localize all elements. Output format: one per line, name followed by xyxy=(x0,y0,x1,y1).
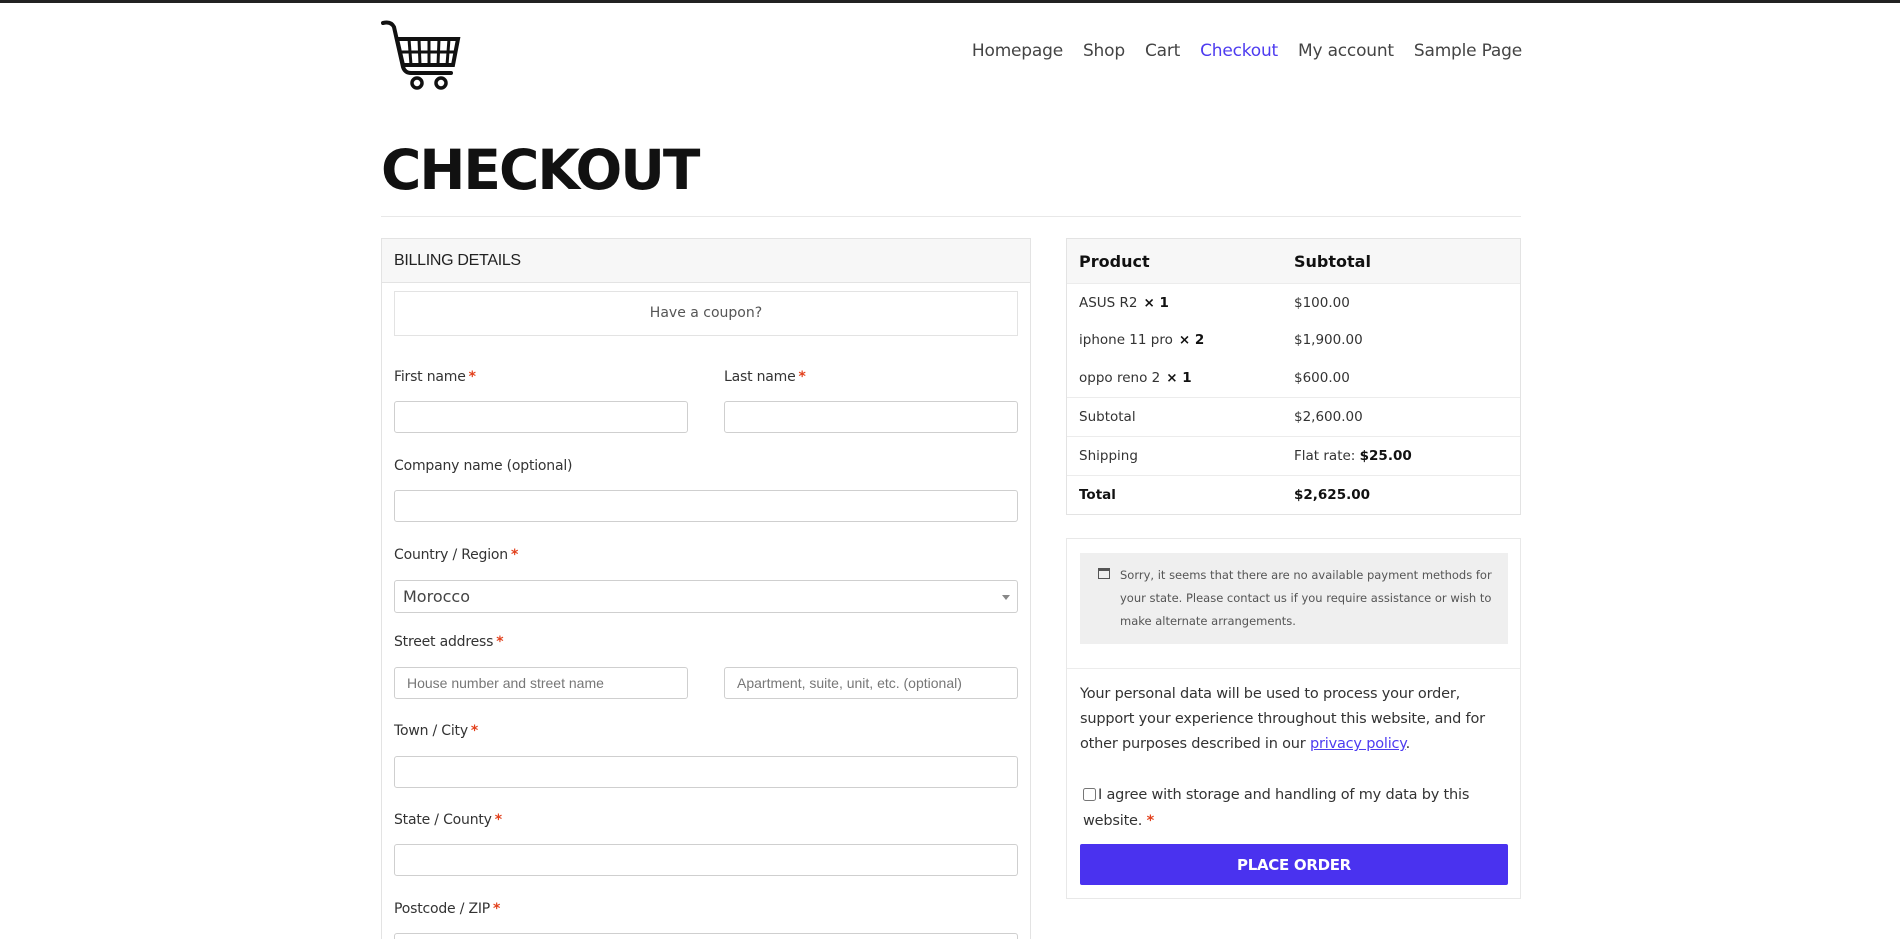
product-column-header: Product xyxy=(1079,251,1150,271)
shipping-row: Shipping Flat rate: $25.00 xyxy=(1067,436,1520,475)
last-name-label: Last name * xyxy=(724,369,806,385)
payment-notice: Sorry, it seems that there are no availa… xyxy=(1080,553,1508,644)
privacy-policy-link[interactable]: privacy policy xyxy=(1310,736,1406,752)
coupon-toggle[interactable]: Have a coupon? xyxy=(394,291,1018,336)
shipping-method: Flat rate: xyxy=(1294,448,1356,464)
billing-details-panel: BILLING DETAILS Have a coupon? First nam… xyxy=(381,238,1031,939)
city-field[interactable] xyxy=(394,756,1018,788)
table-row: iphone 11 pro × 2 $1,900.00 xyxy=(1067,321,1520,359)
billing-heading: BILLING DETAILS xyxy=(382,239,1030,283)
nav-my-account[interactable]: My account xyxy=(1298,41,1394,61)
street-address-label: Street address * xyxy=(394,634,504,650)
total-row: Total $2,625.00 xyxy=(1067,475,1520,514)
product-price: $1,900.00 xyxy=(1294,332,1363,348)
agree-terms: I agree with storage and handling of my … xyxy=(1083,787,1470,829)
postcode-label: Postcode / ZIP * xyxy=(394,901,501,917)
main-nav: Homepage Shop Cart Checkout My account S… xyxy=(972,41,1522,61)
city-label: Town / City * xyxy=(394,723,479,739)
place-order-button[interactable]: PLACE ORDER xyxy=(1080,844,1508,885)
calendar-icon xyxy=(1098,568,1110,579)
company-name-field[interactable] xyxy=(394,490,1018,522)
product-quantity: × 1 xyxy=(1166,370,1192,386)
privacy-notice: Your personal data will be used to proce… xyxy=(1080,686,1485,752)
first-name-field[interactable] xyxy=(394,401,688,433)
product-name: oppo reno 2 xyxy=(1079,370,1161,386)
table-row: oppo reno 2 × 1 $600.00 xyxy=(1067,359,1520,397)
nav-shop[interactable]: Shop xyxy=(1083,41,1125,61)
privacy-text: Your personal data will be used to proce… xyxy=(1080,686,1485,752)
nav-checkout[interactable]: Checkout xyxy=(1200,41,1278,61)
street-address-field[interactable] xyxy=(394,667,688,699)
payment-panel: Sorry, it seems that there are no availa… xyxy=(1066,538,1521,899)
shipping-value: $25.00 xyxy=(1359,448,1412,464)
order-review-table: Product Subtotal ASUS R2 × 1 $100.00 ipho… xyxy=(1066,238,1521,515)
nav-cart[interactable]: Cart xyxy=(1145,41,1180,61)
chevron-down-icon xyxy=(1002,595,1010,600)
product-quantity: × 2 xyxy=(1178,332,1205,348)
subtotal-value: $2,600.00 xyxy=(1294,409,1363,425)
total-label: Total xyxy=(1079,487,1116,503)
agree-checkbox[interactable] xyxy=(1083,788,1096,801)
product-quantity: × 1 xyxy=(1143,294,1169,311)
product-name: ASUS R2 xyxy=(1079,294,1138,311)
country-value: Morocco xyxy=(403,587,470,606)
top-border xyxy=(0,0,1900,3)
table-row: ASUS R2 × 1 $100.00 xyxy=(1067,283,1520,321)
payment-divider xyxy=(1067,668,1520,669)
product-price: $100.00 xyxy=(1294,294,1350,311)
total-value: $2,625.00 xyxy=(1294,487,1371,503)
agree-text: I agree with storage and handling of my … xyxy=(1083,787,1470,829)
apartment-field[interactable] xyxy=(724,667,1018,699)
payment-notice-text: Sorry, it seems that there are no availa… xyxy=(1120,568,1492,628)
shipping-label: Shipping xyxy=(1079,448,1138,464)
country-label: Country / Region * xyxy=(394,547,519,563)
title-divider xyxy=(381,216,1521,217)
first-name-label: First name * xyxy=(394,369,476,385)
state-label: State / County * xyxy=(394,812,502,828)
page-title: CHECKOUT xyxy=(381,138,700,202)
shopping-cart-icon[interactable] xyxy=(381,19,461,91)
state-field[interactable] xyxy=(394,844,1018,876)
postcode-field[interactable] xyxy=(394,933,1018,939)
last-name-field[interactable] xyxy=(724,401,1018,433)
subtotal-label: Subtotal xyxy=(1079,409,1136,425)
company-name-label: Company name (optional) xyxy=(394,458,573,474)
country-select[interactable]: Morocco xyxy=(394,580,1018,613)
subtotal-row: Subtotal $2,600.00 xyxy=(1067,397,1520,436)
nav-sample-page[interactable]: Sample Page xyxy=(1414,41,1522,61)
nav-homepage[interactable]: Homepage xyxy=(972,41,1063,61)
order-header-row: Product Subtotal xyxy=(1067,239,1520,283)
product-price: $600.00 xyxy=(1294,370,1350,386)
subtotal-column-header: Subtotal xyxy=(1294,251,1371,271)
product-name: iphone 11 pro xyxy=(1079,332,1173,348)
